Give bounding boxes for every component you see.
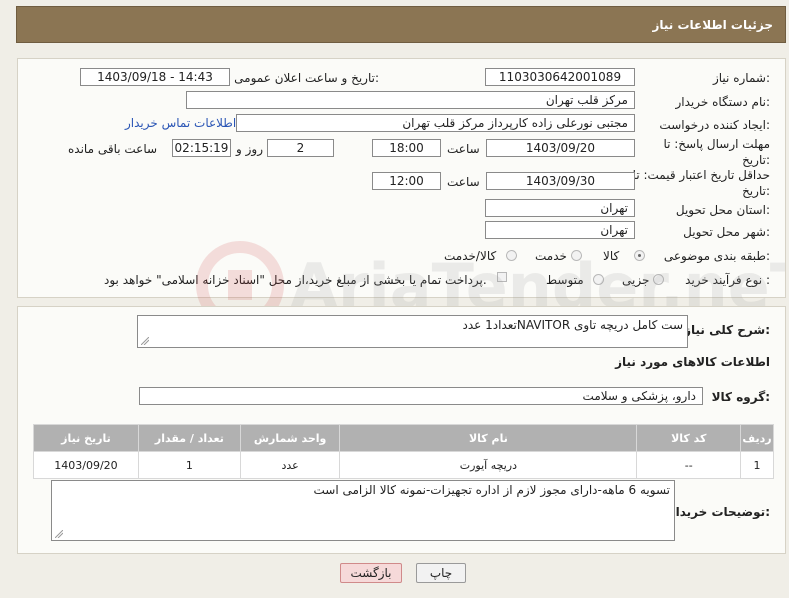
price-time-label: ساعت [447, 175, 480, 189]
table-row: 1 -- دریچه آیورت عدد 1 1403/09/20 [33, 451, 774, 479]
city-label: شهر محل تحویل: [683, 225, 770, 239]
purchase-option-minor: جزیی [622, 273, 650, 287]
resize-grip-icon[interactable] [141, 337, 149, 345]
col-quantity: تعداد / مقدار [137, 424, 241, 452]
col-row-number: ردیف [740, 424, 774, 452]
buyer-notes-text: تسویه 6 ماهه-دارای مجوز لازم از اداره تج… [313, 483, 670, 497]
creator-label: ایجاد کننده درخواست: [659, 118, 770, 132]
purchase-option-medium: متوسط [546, 273, 584, 287]
city-field: تهران [485, 221, 635, 239]
purchase-radio-medium[interactable] [593, 274, 604, 285]
category-option-goods: کالا [603, 249, 620, 263]
cell-need-date: 1403/09/20 [33, 451, 139, 479]
back-button[interactable]: بازگشت [340, 563, 402, 583]
goods-group-field: دارو، پزشکی و سلامت [139, 387, 703, 405]
col-item-code: کد کالا [636, 424, 742, 452]
cell-item-code: -- [636, 451, 742, 479]
creator-field: مجتبی نورعلی زاده کارپرداز مرکز قلب تهرا… [236, 114, 635, 132]
goods-info-title: اطلاعات کالاهای مورد نیاز [615, 355, 770, 369]
category-radio-goods[interactable] [634, 250, 645, 261]
print-button[interactable]: چاپ [416, 563, 466, 583]
province-field: تهران [485, 199, 635, 217]
reply-date-field: 1403/09/20 [486, 139, 635, 157]
page-title: جزئیات اطلاعات نیاز [652, 18, 773, 32]
page-header: جزئیات اطلاعات نیاز [16, 6, 786, 43]
buyer-org-field: مرکز قلب تهران [186, 91, 635, 109]
reply-time-label: ساعت [447, 142, 480, 156]
treasury-payment-note: پرداخت تمام یا بخشی از مبلغ خرید،از محل … [104, 273, 487, 287]
announce-date-label: تاریخ و ساعت اعلان عمومی: [234, 71, 379, 85]
category-label: طبقه بندی موضوعی: [663, 249, 770, 263]
remaining-time-label: ساعت باقی مانده [68, 142, 158, 156]
buyer-notes-label: توضیحات خریدار: [668, 505, 770, 519]
description-label: شرح کلی نیاز: [684, 323, 770, 337]
cell-unit: عدد [239, 451, 341, 479]
category-option-service: خدمت [535, 249, 567, 263]
purchase-type-label: نوع فرآیند خرید : [685, 273, 770, 287]
col-unit: واحد شمارش [239, 424, 341, 452]
cell-item-name: دریچه آیورت [339, 451, 638, 479]
remaining-time-field: 02:15:19 [172, 139, 231, 157]
need-number-field: 1103030642001089 [485, 68, 635, 86]
cell-row-number: 1 [740, 451, 774, 479]
buyer-contact-link[interactable]: اطلاعات تماس خریدار [125, 116, 236, 130]
purchase-radio-minor[interactable] [653, 274, 664, 285]
goods-group-label: گروه کالا: [711, 390, 770, 404]
category-radio-service[interactable] [571, 250, 582, 261]
buyer-org-label: نام دستگاه خریدار: [675, 95, 771, 109]
province-label: استان محل تحویل: [675, 203, 770, 217]
remaining-days-field: 2 [267, 139, 334, 157]
price-date-field: 1403/09/30 [486, 172, 635, 190]
items-table-header-row: ردیف کد کالا نام کالا واحد شمارش تعداد /… [33, 424, 774, 452]
price-time-field: 12:00 [372, 172, 441, 190]
reply-time-field: 18:00 [372, 139, 441, 157]
buyer-notes-field: تسویه 6 ماهه-دارای مجوز لازم از اداره تج… [51, 480, 675, 541]
category-radio-goods-service[interactable] [506, 250, 517, 261]
announce-date-field: 1403/09/18 - 14:43 [80, 68, 230, 86]
treasury-payment-checkbox[interactable] [497, 272, 507, 282]
description-field: ست کامل دریچه تاوی NAVITORتعداد1 عدد [137, 315, 688, 348]
price-validity-label: حداقل تاریخ اعتبار قیمت: تا تاریخ: [632, 168, 770, 198]
col-need-date: تاریخ نیاز [33, 424, 139, 452]
category-option-goods-service: کالا/خدمت [444, 249, 497, 263]
description-text: ست کامل دریچه تاوی NAVITORتعداد1 عدد [462, 318, 683, 332]
resize-grip-icon[interactable] [55, 530, 63, 538]
need-number-label: شماره نیاز: [712, 71, 770, 85]
reply-deadline-label: مهلت ارسال پاسخ: تا تاریخ: [663, 137, 770, 167]
col-item-name: نام کالا [339, 424, 638, 452]
days-label: روز و [236, 142, 263, 156]
cell-quantity: 1 [137, 451, 241, 479]
items-table: ردیف کد کالا نام کالا واحد شمارش تعداد /… [33, 424, 774, 479]
